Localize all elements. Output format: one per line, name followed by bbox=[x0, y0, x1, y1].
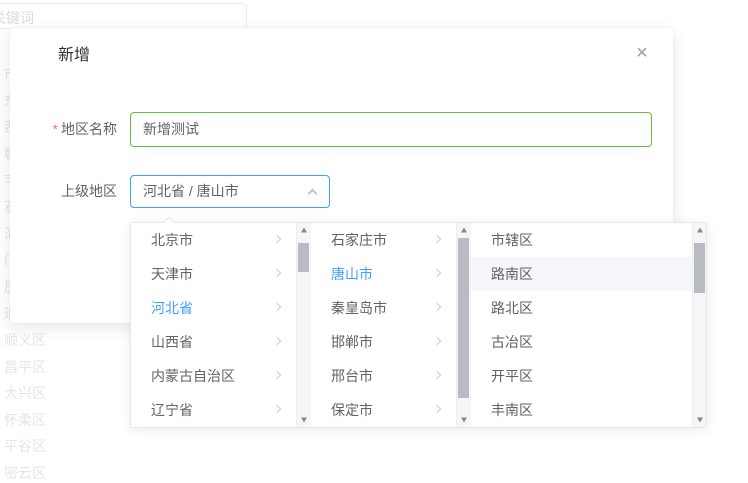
cascader-option-label: 石家庄市 bbox=[331, 232, 387, 248]
cascader-option[interactable]: 开平区 bbox=[471, 359, 692, 393]
cascader-option-label: 路南区 bbox=[491, 266, 533, 282]
cascader-option[interactable]: 辽宁省 bbox=[131, 393, 296, 427]
cascader-option[interactable]: 邢台市 bbox=[311, 359, 456, 393]
required-marker: * bbox=[53, 121, 58, 137]
cascader-column-city: 石家庄市唐山市秦皇岛市邯郸市邢台市保定市 bbox=[311, 223, 471, 427]
chevron-right-icon bbox=[273, 337, 281, 345]
cascader-list-province: 北京市天津市河北省山西省内蒙古自治区辽宁省 bbox=[131, 223, 296, 427]
cascader-list-city: 石家庄市唐山市秦皇岛市邯郸市邢台市保定市 bbox=[311, 223, 456, 427]
cascader-option-label: 古冶区 bbox=[491, 334, 533, 350]
scroll-up-icon[interactable] bbox=[297, 223, 310, 237]
cascader-dropdown: 北京市天津市河北省山西省内蒙古自治区辽宁省 石家庄市唐山市秦皇岛市邯郸市邢台市保… bbox=[130, 222, 707, 428]
cascader-option[interactable]: 内蒙古自治区 bbox=[131, 359, 296, 393]
scroll-track[interactable] bbox=[693, 237, 706, 413]
scrollbar-province[interactable] bbox=[296, 223, 310, 427]
chevron-up-icon bbox=[308, 189, 318, 199]
scroll-down-icon[interactable] bbox=[457, 413, 470, 427]
cascader-option-label: 路北区 bbox=[491, 300, 533, 316]
chevron-right-icon bbox=[273, 269, 281, 277]
keyword-search-input[interactable]: 关键词 bbox=[0, 3, 247, 29]
cascader-option[interactable]: 保定市 bbox=[311, 393, 456, 427]
region-name-label: *地区名称 bbox=[10, 112, 117, 147]
background-list-item: 平谷区 bbox=[4, 436, 46, 456]
scroll-thumb[interactable] bbox=[458, 238, 469, 398]
cascader-option[interactable]: 路南区 bbox=[471, 257, 692, 291]
cascader-option[interactable]: 北京市 bbox=[131, 223, 296, 257]
parent-region-label: 上级地区 bbox=[10, 175, 117, 208]
scroll-up-icon[interactable] bbox=[457, 223, 470, 237]
cascader-column-province: 北京市天津市河北省山西省内蒙古自治区辽宁省 bbox=[131, 223, 311, 427]
cascader-option[interactable]: 石家庄市 bbox=[311, 223, 456, 257]
parent-region-select[interactable]: 河北省 / 唐山市 bbox=[130, 175, 330, 208]
cascader-option[interactable]: 古冶区 bbox=[471, 325, 692, 359]
parent-region-value: 河北省 / 唐山市 bbox=[143, 183, 239, 199]
region-name-value: 新增测试 bbox=[143, 121, 199, 137]
keyword-search-placeholder: 关键词 bbox=[0, 8, 34, 28]
chevron-right-icon bbox=[433, 269, 441, 277]
background-list-item: 大兴区 bbox=[4, 383, 46, 403]
scroll-track[interactable] bbox=[297, 237, 310, 413]
background-list-item: 密云区 bbox=[4, 463, 46, 483]
scrollbar-district[interactable] bbox=[692, 223, 706, 427]
cascader-option-label: 北京市 bbox=[151, 232, 193, 248]
region-name-input[interactable]: 新增测试 bbox=[130, 112, 652, 147]
scroll-thumb[interactable] bbox=[298, 243, 309, 272]
cascader-option-label: 开平区 bbox=[491, 368, 533, 384]
cascader-option-label: 唐山市 bbox=[331, 266, 373, 282]
cascader-option-label: 秦皇岛市 bbox=[331, 300, 387, 316]
scroll-down-icon[interactable] bbox=[693, 413, 706, 427]
cascader-option[interactable]: 邯郸市 bbox=[311, 325, 456, 359]
scrollbar-city[interactable] bbox=[456, 223, 470, 427]
cascader-option-label: 丰南区 bbox=[491, 402, 533, 418]
cascader-option-label: 内蒙古自治区 bbox=[151, 368, 235, 384]
chevron-right-icon bbox=[273, 371, 281, 379]
cascader-option[interactable]: 山西省 bbox=[131, 325, 296, 359]
cascader-option-label: 邢台市 bbox=[331, 368, 373, 384]
chevron-right-icon bbox=[273, 235, 281, 243]
scroll-thumb[interactable] bbox=[694, 243, 705, 293]
chevron-right-icon bbox=[433, 303, 441, 311]
cascader-option-label: 辽宁省 bbox=[151, 402, 193, 418]
chevron-right-icon bbox=[273, 405, 281, 413]
cascader-option[interactable]: 丰南区 bbox=[471, 393, 692, 427]
chevron-right-icon bbox=[433, 405, 441, 413]
modal-title: 新增 bbox=[58, 45, 90, 67]
cascader-option-label: 保定市 bbox=[331, 402, 373, 418]
chevron-right-icon bbox=[273, 303, 281, 311]
cascader-list-district: 市辖区路南区路北区古冶区开平区丰南区 bbox=[471, 223, 692, 427]
cascader-option-label: 山西省 bbox=[151, 334, 193, 350]
cascader-option[interactable]: 唐山市 bbox=[311, 257, 456, 291]
chevron-right-icon bbox=[433, 235, 441, 243]
cascader-option-label: 天津市 bbox=[151, 266, 193, 282]
cascader-option[interactable]: 天津市 bbox=[131, 257, 296, 291]
scroll-up-icon[interactable] bbox=[693, 223, 706, 237]
cascader-option-label: 市辖区 bbox=[491, 232, 533, 248]
background-list-item: 昌平区 bbox=[4, 357, 46, 377]
cascader-column-district: 市辖区路南区路北区古冶区开平区丰南区 bbox=[471, 223, 706, 427]
chevron-right-icon bbox=[433, 371, 441, 379]
chevron-right-icon bbox=[433, 337, 441, 345]
cascader-option[interactable]: 市辖区 bbox=[471, 223, 692, 257]
cascader-option[interactable]: 路北区 bbox=[471, 291, 692, 325]
background-list-item: 怀柔区 bbox=[4, 410, 46, 430]
scroll-down-icon[interactable] bbox=[297, 413, 310, 427]
cascader-option-label: 河北省 bbox=[151, 300, 193, 316]
cascader-option-label: 邯郸市 bbox=[331, 334, 373, 350]
cascader-option[interactable]: 河北省 bbox=[131, 291, 296, 325]
close-icon[interactable]: × bbox=[632, 43, 652, 63]
scroll-track[interactable] bbox=[457, 237, 470, 413]
cascader-option[interactable]: 秦皇岛市 bbox=[311, 291, 456, 325]
background-list-item: 顺义区 bbox=[4, 330, 46, 350]
